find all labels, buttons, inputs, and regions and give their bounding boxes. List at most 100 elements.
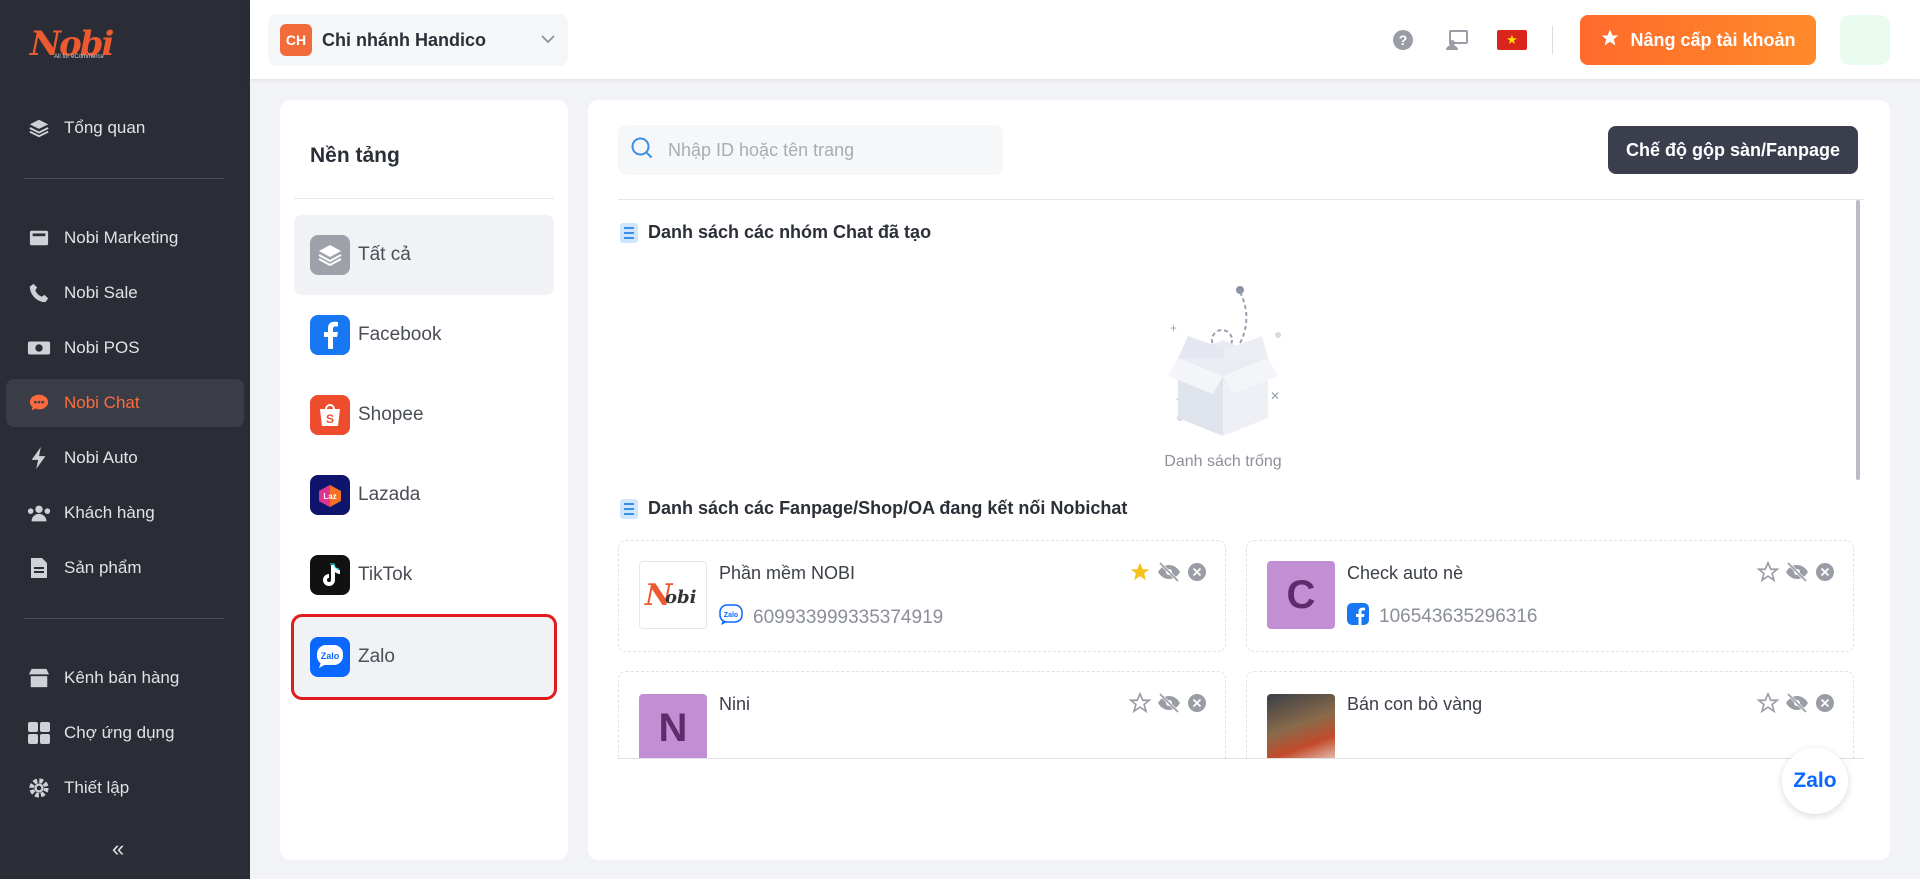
- sidebar: Nobi All for eCommerce Tổng quan Nobi Ma…: [0, 0, 250, 879]
- store-icon: [24, 663, 54, 693]
- eye-off-icon[interactable]: [1785, 692, 1809, 719]
- sidebar-item-app-market[interactable]: Chợ ứng dụng: [6, 709, 244, 757]
- platform-item-zalo[interactable]: Zalo Zalo: [291, 614, 557, 700]
- sidebar-item-label: Nobi POS: [64, 338, 140, 357]
- zalo-chat-button[interactable]: Zalo: [1782, 748, 1848, 814]
- list-icon: [620, 498, 638, 519]
- page-id: Zalo 609933999335374919: [719, 603, 943, 633]
- page-name: Phần mềm NOBI: [719, 563, 856, 583]
- sidebar-item-overview[interactable]: Tổng quan: [6, 104, 244, 152]
- eye-off-icon[interactable]: [1785, 561, 1809, 588]
- chat-icon: [24, 388, 54, 418]
- search-input[interactable]: [668, 139, 968, 161]
- star-outline-icon[interactable]: [1128, 691, 1152, 719]
- sidebar-item-marketing[interactable]: Nobi Marketing: [6, 214, 244, 262]
- platform-label: Facebook: [358, 324, 442, 345]
- sidebar-item-sale[interactable]: Nobi Sale: [6, 269, 244, 317]
- star-outline-icon[interactable]: [1756, 560, 1780, 588]
- page-avatar-initial: N: [639, 694, 707, 758]
- platform-item-facebook[interactable]: Facebook: [294, 295, 554, 375]
- facebook-icon: [1347, 603, 1369, 631]
- page-card[interactable]: N Nini: [618, 671, 1226, 758]
- header-divider: [1552, 26, 1553, 54]
- page-name: Nini: [719, 694, 751, 714]
- sidebar-item-label: Thiết lập: [64, 778, 130, 797]
- remove-icon[interactable]: [1815, 693, 1835, 718]
- sidebar-item-products[interactable]: Sản phẩm: [6, 544, 244, 592]
- card-actions: [1756, 560, 1835, 588]
- sidebar-item-settings[interactable]: Thiết lập: [6, 764, 244, 812]
- shopee-icon: S: [310, 395, 350, 435]
- sidebar-divider: [24, 178, 224, 179]
- sidebar-item-customers[interactable]: Khách hàng: [6, 489, 244, 537]
- platform-item-tiktok[interactable]: TikTok: [294, 535, 554, 615]
- content-divider: [618, 199, 1864, 200]
- sidebar-item-label: Chợ ứng dụng: [64, 723, 175, 742]
- branch-badge: CH: [280, 24, 312, 56]
- search-icon: [630, 136, 654, 165]
- sidebar-collapse-button[interactable]: «: [112, 836, 124, 862]
- branch-selector[interactable]: CH Chi nhánh Handico: [268, 14, 568, 66]
- svg-text:?: ?: [1399, 32, 1408, 48]
- sidebar-item-auto[interactable]: Nobi Auto: [6, 434, 244, 482]
- card-actions: [1756, 691, 1835, 719]
- page-name: Check auto nè: [1347, 563, 1464, 583]
- grid-icon: [24, 718, 54, 748]
- help-icon[interactable]: ?: [1389, 26, 1417, 54]
- sidebar-item-label: Nobi Chat: [64, 393, 140, 412]
- star-outline-icon[interactable]: [1756, 691, 1780, 719]
- vietnam-flag-icon[interactable]: ★: [1497, 30, 1527, 50]
- stack-icon: [310, 235, 350, 275]
- page-card[interactable]: Bán con bò vàng: [1246, 671, 1854, 758]
- search-box[interactable]: [618, 125, 1003, 175]
- svg-text:obi: obi: [665, 587, 697, 608]
- page-name: Bán con bò vàng: [1347, 694, 1483, 714]
- platform-panel: Nền tảng Tất cả Facebook S Shopee Laz La…: [280, 100, 568, 860]
- svg-text:Zalo: Zalo: [321, 651, 340, 661]
- sidebar-item-label: Nobi Marketing: [64, 228, 179, 247]
- sidebar-item-label: Sản phẩm: [64, 558, 142, 577]
- main-panel: Chế độ gộp sàn/Fanpage Danh sách các nhó…: [588, 100, 1890, 860]
- zalo-icon: Zalo: [719, 603, 743, 633]
- upgrade-account-button[interactable]: Nâng cấp tài khoản: [1580, 15, 1816, 65]
- card-actions: [1128, 691, 1207, 719]
- platform-item-lazada[interactable]: Laz Lazada: [294, 455, 554, 535]
- merge-mode-button[interactable]: Chế độ gộp sàn/Fanpage: [1608, 126, 1858, 174]
- eye-off-icon[interactable]: [1157, 561, 1181, 588]
- page-avatar-initial: C: [1267, 561, 1335, 629]
- eye-off-icon[interactable]: [1157, 692, 1181, 719]
- platform-label: TikTok: [358, 564, 413, 585]
- tiktok-icon: [310, 555, 350, 595]
- page-card[interactable]: Nobi Phần mềm NOBI Zalo 6099339993353749…: [618, 540, 1226, 652]
- nobi-logo[interactable]: Nobi All for eCommerce: [22, 18, 114, 66]
- sidebar-item-sales-channels[interactable]: Kênh bán hàng: [6, 654, 244, 702]
- platform-label: Zalo: [358, 646, 395, 667]
- page-avatar-rooster-photo: [1267, 694, 1335, 758]
- sidebar-item-pos[interactable]: Nobi POS: [6, 324, 244, 372]
- zalo-icon: Zalo: [310, 637, 350, 677]
- user-avatar[interactable]: [1840, 15, 1890, 65]
- logo-tagline: All for eCommerce: [54, 54, 104, 60]
- sidebar-item-label: Nobi Auto: [64, 448, 138, 467]
- svg-text:Laz: Laz: [323, 492, 336, 501]
- sidebar-item-chat[interactable]: Nobi Chat: [6, 379, 244, 427]
- platform-panel-title: Nền tảng: [310, 144, 400, 167]
- upgrade-label: Nâng cấp tài khoản: [1630, 29, 1796, 50]
- svg-text:S: S: [326, 412, 334, 426]
- phone-icon: [24, 278, 54, 308]
- svg-text:✕: ✕: [1270, 389, 1280, 403]
- remote-support-icon[interactable]: [1443, 26, 1471, 54]
- page-card[interactable]: C Check auto nè 106543635296316: [1246, 540, 1854, 652]
- remove-icon[interactable]: [1815, 562, 1835, 587]
- double-chevron-left-icon: «: [112, 836, 125, 861]
- remove-icon[interactable]: [1187, 562, 1207, 587]
- cash-icon: [24, 333, 54, 363]
- remove-icon[interactable]: [1187, 693, 1207, 718]
- platform-item-all[interactable]: Tất cả: [294, 215, 554, 295]
- svg-text:+: +: [1170, 321, 1177, 335]
- platform-item-shopee[interactable]: S Shopee: [294, 375, 554, 455]
- connected-pages-section-title: Danh sách các Fanpage/Shop/OA đang kết n…: [620, 498, 1127, 519]
- scrollbar[interactable]: [1856, 200, 1860, 480]
- star-filled-icon[interactable]: [1129, 561, 1151, 588]
- platform-label: Shopee: [358, 404, 424, 425]
